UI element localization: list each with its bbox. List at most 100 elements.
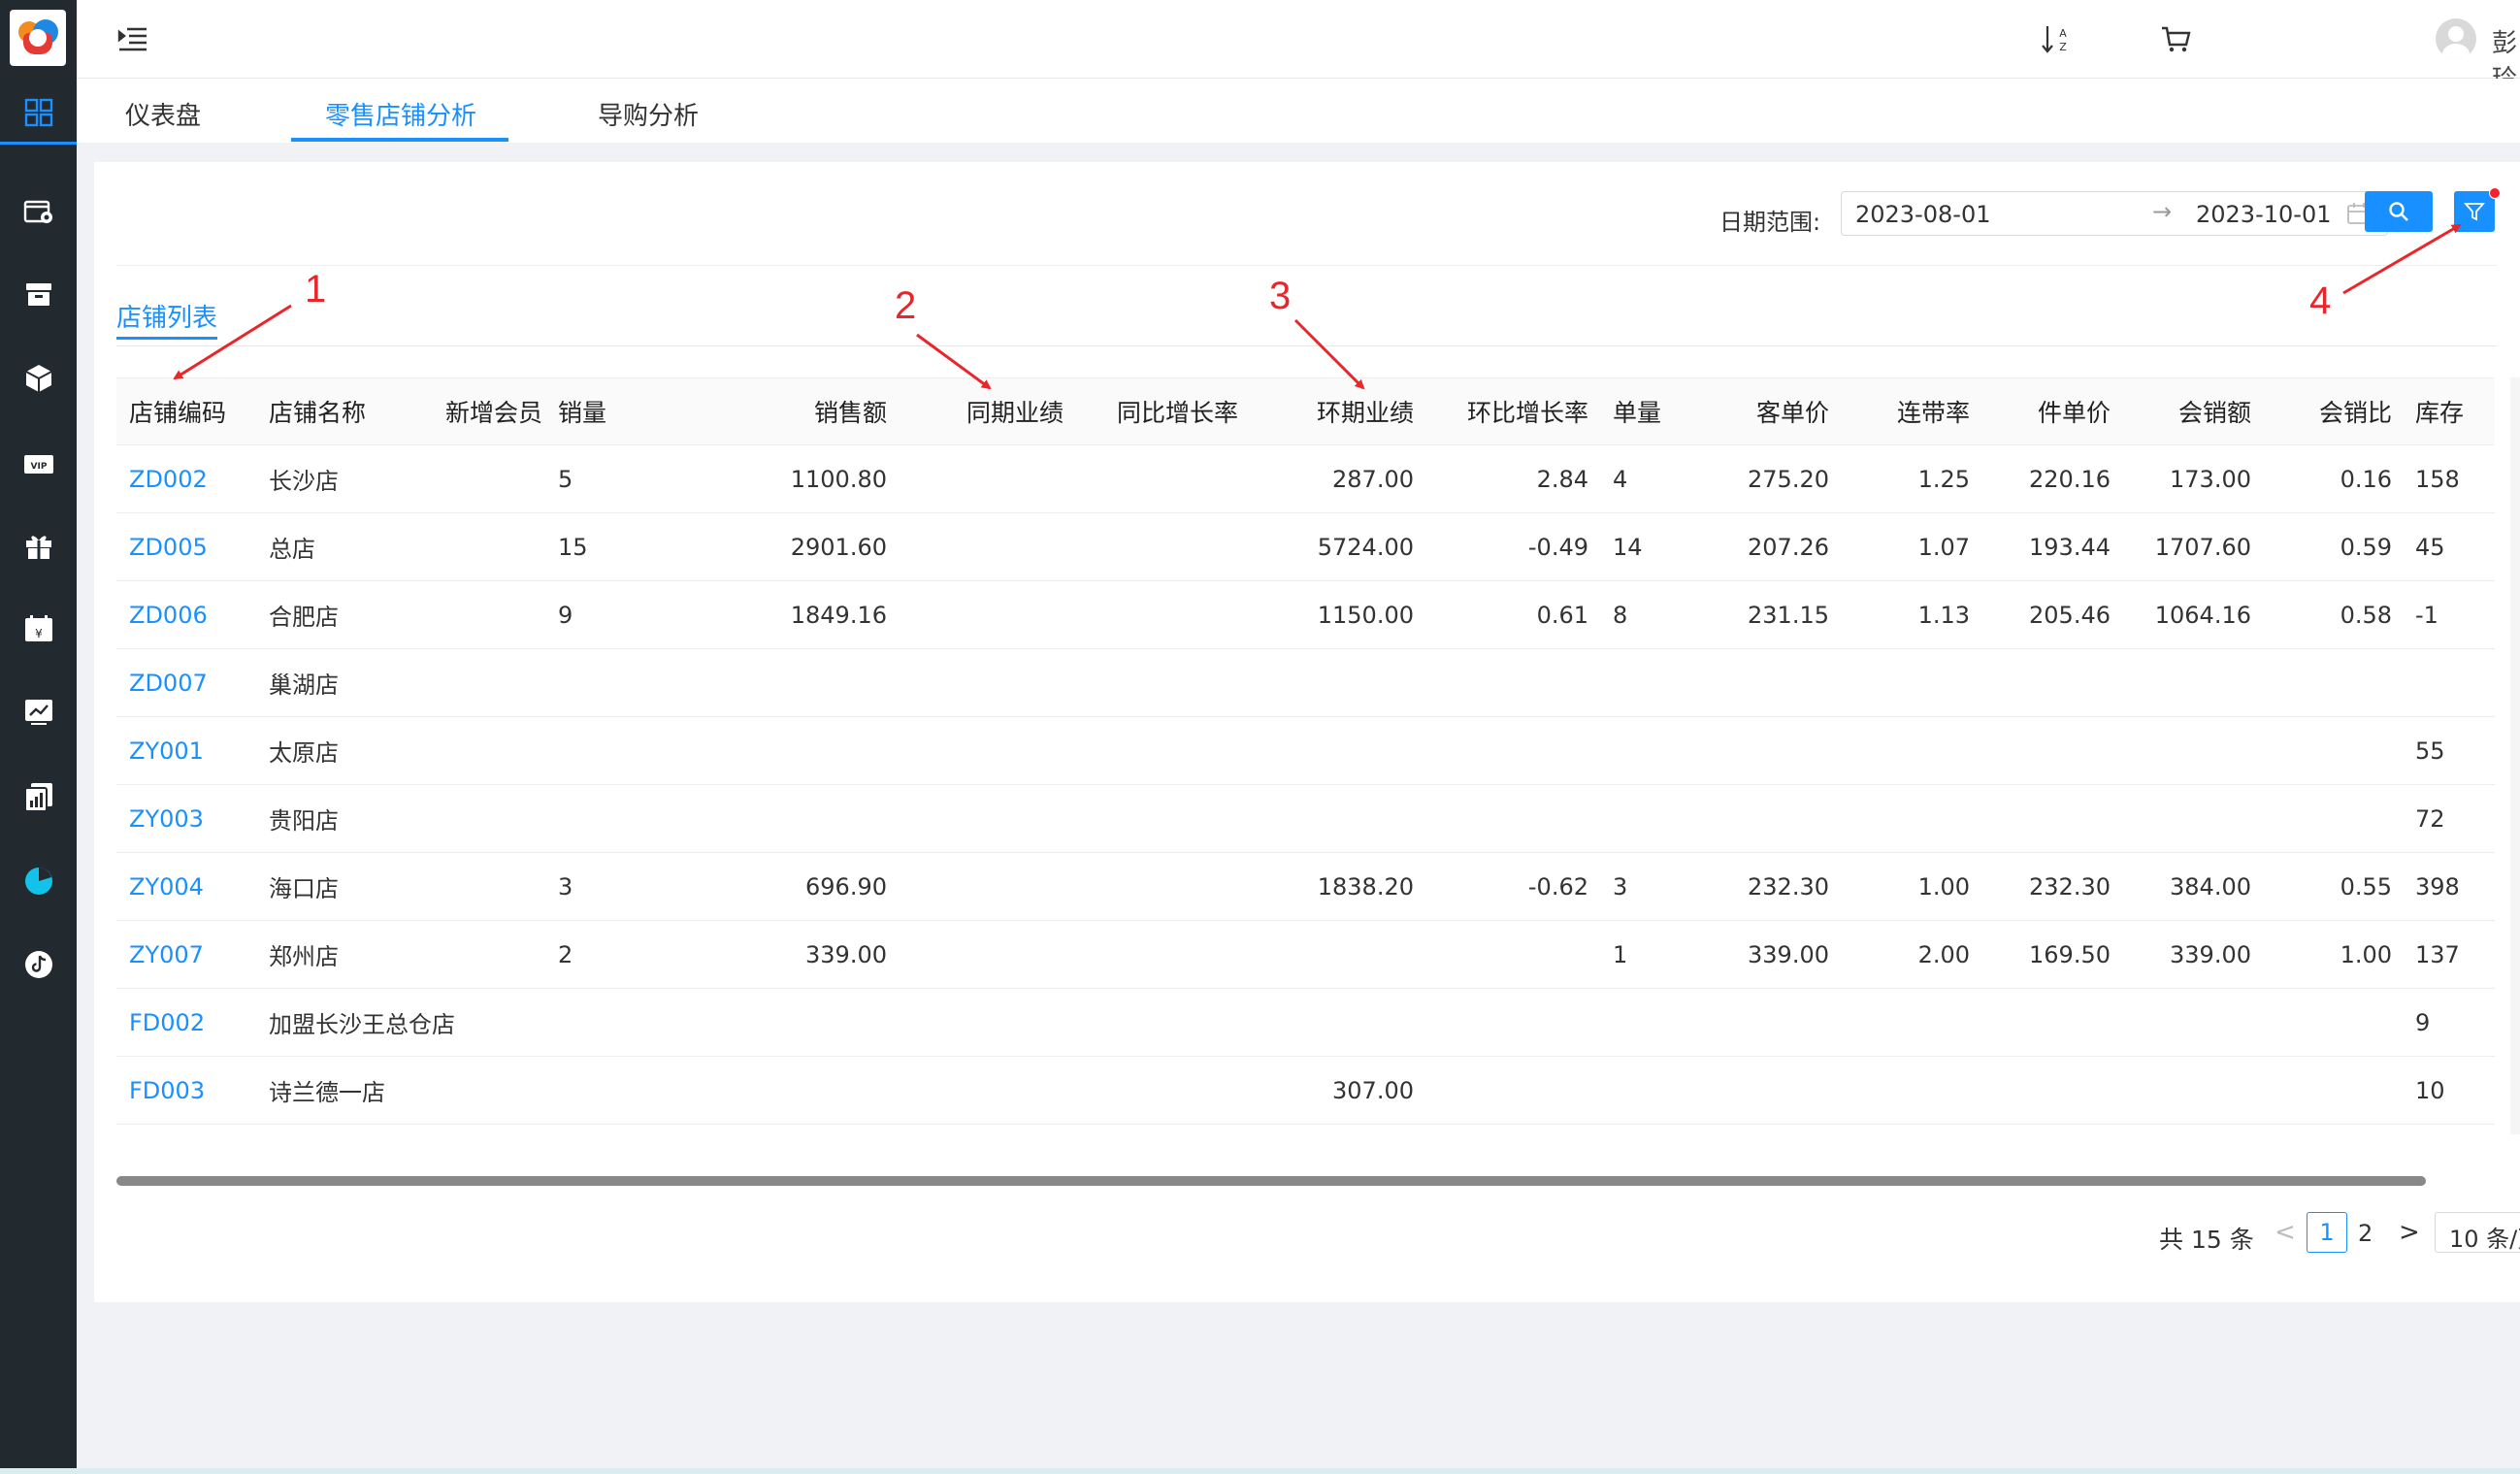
col-attach-rate-cell — [1834, 717, 1970, 784]
end-date-input[interactable]: 2023-10-01 — [2196, 201, 2331, 228]
menu-collapse-icon[interactable] — [115, 21, 150, 56]
vip-card-icon[interactable]: VIP — [21, 446, 56, 481]
col-mom-growth-cell — [1417, 1057, 1588, 1124]
col-avg-order-value-cell — [1688, 989, 1829, 1056]
col-mom-performance-cell: 5724.00 — [1317, 533, 1414, 561]
table-row[interactable]: ZD006 合肥店 9 1849.16 1150.00 0.61 8 231.15 1.13 20… — [116, 581, 2495, 649]
col-mom-performance-cell — [1242, 921, 1414, 988]
col-avg-order-value-cell: 207.26 — [1748, 533, 1829, 561]
col-avg-order-value-cell: 339.00 — [1748, 940, 1829, 968]
col-order-count-cell — [1613, 1057, 1690, 1124]
table-row[interactable]: FD003 诗兰德一店 307.00 10 — [116, 1057, 2495, 1125]
col-yoy-performance-cell — [893, 1057, 1064, 1124]
store-code-link[interactable]: FD003 — [129, 1057, 255, 1124]
col-yoy-growth-cell — [1067, 785, 1238, 852]
col-order-count-cell — [1613, 785, 1690, 852]
svg-text:VIP: VIP — [31, 462, 48, 472]
col-unit-price-cell: 169.50 — [2029, 940, 2111, 968]
page-2-button[interactable]: 2 — [2358, 1220, 2373, 1247]
app-logo[interactable] — [10, 10, 66, 66]
bottom-edge — [0, 1468, 2520, 1474]
user-avatar[interactable] — [2436, 18, 2476, 59]
col-attach-rate-cell — [1834, 1057, 1970, 1124]
col-yoy-performance-cell — [893, 921, 1064, 988]
store-code-link[interactable]: ZD002 — [129, 445, 255, 512]
store-code-link[interactable]: ZD007 — [129, 649, 255, 716]
prev-page-button[interactable]: < — [2275, 1218, 2296, 1247]
store-settings-icon[interactable] — [21, 194, 56, 229]
tab-retail-store-analysis[interactable]: 零售店铺分析 — [325, 96, 476, 132]
col-member-sales-ratio-cell: 0.16 — [2340, 465, 2392, 493]
col-member-sales-cell — [2115, 649, 2251, 716]
col-new-members-cell — [408, 717, 542, 784]
table-row[interactable]: ZY004 海口店 3 696.90 1838.20 -0.62 3 232.30 1.00 23… — [116, 853, 2495, 921]
col-avg-order-value-cell: 275.20 — [1748, 465, 1829, 493]
archive-box-icon[interactable] — [21, 277, 56, 311]
sort-az-icon[interactable]: A Z — [2039, 21, 2074, 56]
col-sales-qty-cell: 5 — [558, 465, 573, 493]
date-range-picker[interactable]: 2023-08-01 → 2023-10-01 — [1841, 191, 2388, 236]
store-code-link[interactable]: ZY001 — [129, 717, 255, 784]
page-size-select[interactable]: 10 条/页 ∨ — [2435, 1212, 2520, 1253]
filter-button[interactable] — [2454, 191, 2495, 232]
gift-icon[interactable] — [21, 529, 56, 564]
active-tab-underline — [291, 138, 508, 142]
start-date-input[interactable]: 2023-08-01 — [1855, 201, 1990, 228]
tiktok-icon[interactable] — [21, 947, 56, 982]
package-cube-icon[interactable] — [21, 361, 56, 396]
store-code-link[interactable]: ZD006 — [129, 581, 255, 648]
col-attach-rate-cell — [1834, 989, 1970, 1056]
shopping-cart-icon[interactable] — [2159, 21, 2194, 56]
col-yoy-growth-cell — [1067, 649, 1238, 716]
col-mom-performance-cell — [1242, 649, 1414, 716]
table-row[interactable]: ZD002 长沙店 5 1100.80 287.00 2.84 4 275.20 1.25 220… — [116, 445, 2495, 513]
store-code-link[interactable]: ZY007 — [129, 921, 255, 988]
col-new-members-cell — [408, 445, 542, 512]
col-yoy-performance-header: 同期业绩 — [965, 399, 1064, 427]
horizontal-scrollbar[interactable] — [116, 1176, 2426, 1186]
tab-guide-analysis[interactable]: 导购分析 — [598, 96, 699, 132]
store-code-link[interactable]: ZY004 — [129, 853, 255, 920]
tab-dashboard[interactable]: 仪表盘 — [125, 96, 201, 132]
table-row[interactable]: ZY003 贵阳店 72 — [116, 785, 2495, 853]
col-member-sales-ratio-cell: 0.58 — [2340, 601, 2392, 629]
col-new-members-header: 新增会员 — [444, 399, 542, 427]
col-unit-price-cell — [1975, 649, 2111, 716]
table-row[interactable]: ZD007 巢湖店 — [116, 649, 2495, 717]
table-row[interactable]: FD002 加盟长沙王总仓店 9 — [116, 989, 2495, 1057]
table-row[interactable]: ZY001 太原店 55 — [116, 717, 2495, 785]
col-yoy-performance-cell — [893, 513, 1064, 580]
store-code-link[interactable]: FD002 — [129, 989, 255, 1056]
col-new-members-cell — [408, 649, 542, 716]
pie-chart-icon[interactable] — [21, 864, 56, 899]
col-mom-growth-cell — [1417, 989, 1588, 1056]
store-table: 店铺编码 店铺名称 新增会员 销量 销售额 同期业绩 同比增长率 环期业绩 环比增长率 单量 客单价… — [116, 377, 2495, 1125]
dashboard-grid-icon[interactable] — [21, 95, 56, 130]
report-stack-icon[interactable] — [21, 779, 56, 814]
col-yoy-growth-cell — [1067, 445, 1238, 512]
col-stock-header: 库存 — [2415, 399, 2465, 427]
page-1-button[interactable]: 1 — [2307, 1212, 2347, 1253]
calendar-yen-icon[interactable]: ¥ — [21, 611, 56, 646]
table-row[interactable]: ZD005 总店 15 2901.60 5724.00 -0.49 14 207.26 1.07… — [116, 513, 2495, 581]
tab-store-list[interactable]: 店铺列表 — [116, 298, 217, 334]
table-fixed-column-shadow — [2510, 377, 2520, 1134]
table-row[interactable]: ZY007 郑州店 2 339.00 1 339.00 2.00 169.50 339.00 1.… — [116, 921, 2495, 989]
col-yoy-performance-cell — [893, 989, 1064, 1056]
store-code-link[interactable]: ZD005 — [129, 513, 255, 580]
col-yoy-growth-cell — [1067, 1057, 1238, 1124]
col-mom-performance-cell — [1242, 785, 1414, 852]
search-button[interactable] — [2365, 191, 2433, 232]
svg-text:¥: ¥ — [35, 627, 43, 640]
line-chart-icon[interactable] — [21, 694, 56, 729]
col-sales-qty-cell — [558, 989, 655, 1056]
divider — [116, 265, 2497, 266]
col-avg-order-value-cell — [1688, 785, 1829, 852]
store-code-link[interactable]: ZY003 — [129, 785, 255, 852]
col-sales-amount-cell — [660, 649, 887, 716]
scrollbar-thumb[interactable] — [116, 1176, 2426, 1186]
next-page-button[interactable]: > — [2399, 1218, 2420, 1247]
annotation-number-3: 3 — [1269, 275, 1292, 317]
col-attach-rate-header: 连带率 — [1896, 399, 1970, 427]
col-sales-amount-cell — [660, 1057, 887, 1124]
